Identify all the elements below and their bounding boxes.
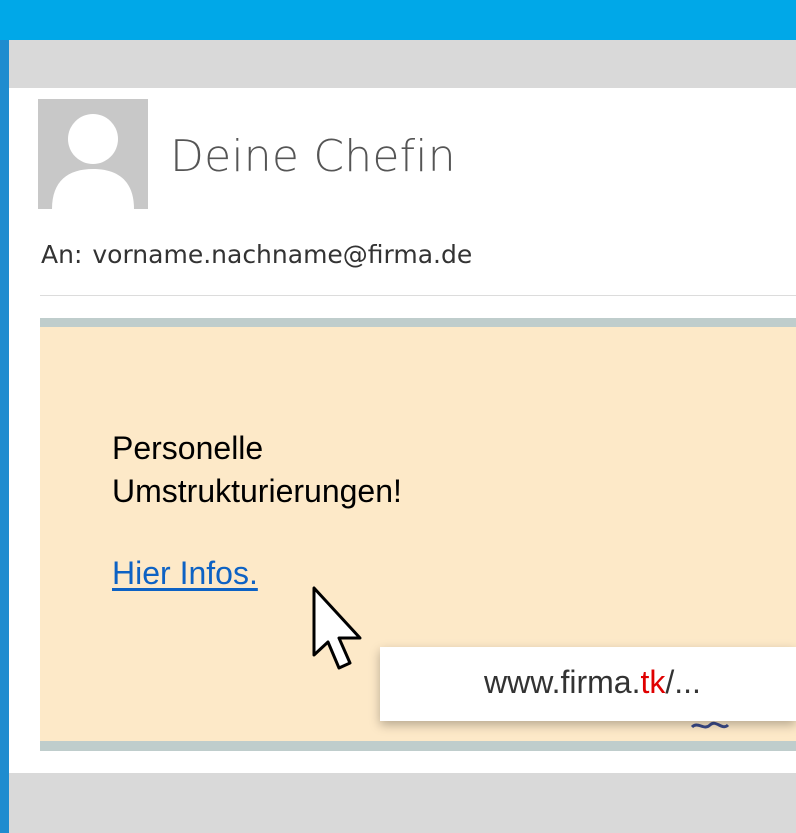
message-headline: Personelle Umstrukturierungen! [112,427,402,513]
sender-name: Deine Chefin [170,131,456,182]
link-url-tooltip: www.firma.tk/... [380,647,796,721]
title-bar [0,0,796,40]
obscured-glyph [690,721,730,729]
info-link[interactable]: Hier Infos. [112,552,258,595]
recipient-line: An: vorname.nachname@firma.de [41,240,472,269]
person-silhouette-icon [52,114,134,209]
url-tld: tk [640,664,666,700]
recipient-label: An: [41,240,83,269]
header-divider [40,295,796,296]
toolbar-strip [9,40,796,88]
avatar [38,99,148,209]
footer-strip [9,773,796,833]
tooltip-url: www.firma.tk/... [484,664,701,701]
url-suffix: /... [665,664,701,700]
headline-line-1: Personelle [112,430,264,466]
recipient-address: vorname.nachname@firma.de [92,240,473,269]
url-prefix: www.firma. [484,664,641,700]
headline-line-2: Umstrukturierungen! [112,473,402,509]
mouse-pointer-icon [312,586,362,670]
message-body: Personelle Umstrukturierungen! Hier Info… [40,318,796,751]
